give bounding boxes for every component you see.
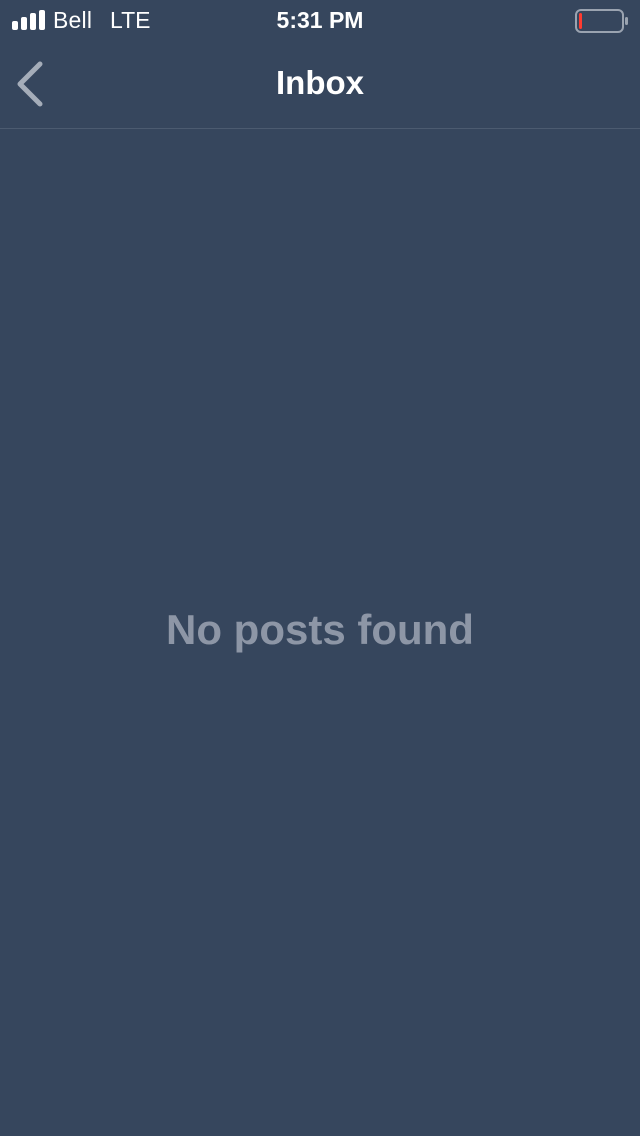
battery-low-icon xyxy=(575,9,628,33)
status-time: 5:31 PM xyxy=(276,7,364,33)
navigation-bar: Inbox xyxy=(0,40,640,129)
inbox-screen: Bell LTE 5:31 PM Inbox No posts found xyxy=(0,0,640,1136)
status-bar: Bell LTE 5:31 PM xyxy=(0,0,640,40)
page-title: Inbox xyxy=(276,64,364,101)
empty-state-message: No posts found xyxy=(166,606,474,653)
